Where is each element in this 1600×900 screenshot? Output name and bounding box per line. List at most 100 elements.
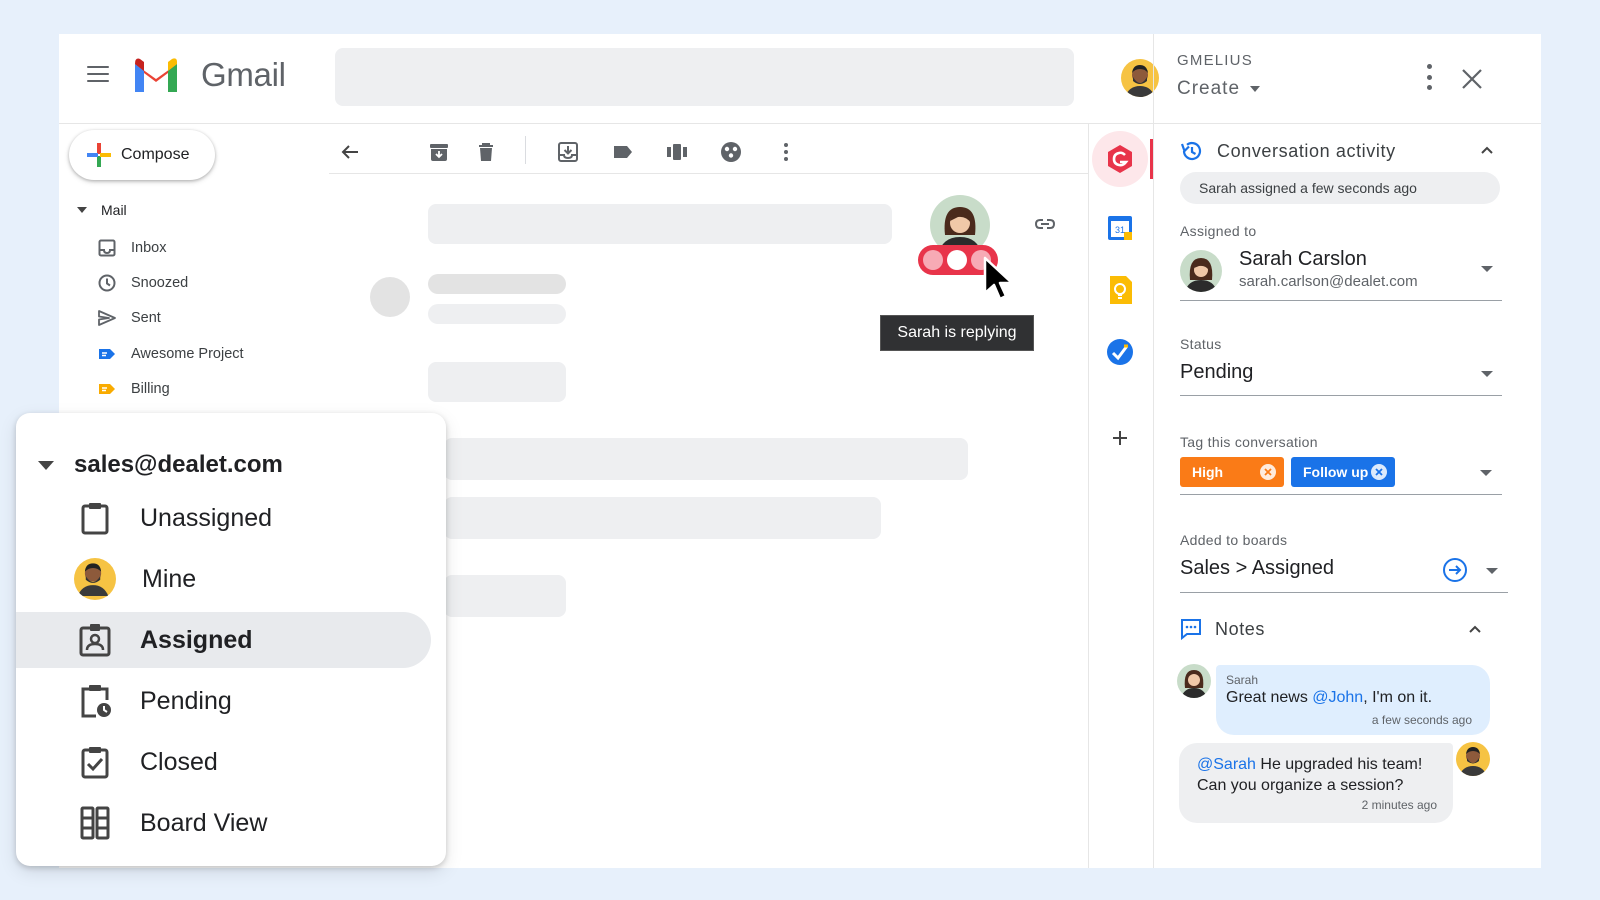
- go-to-board-icon[interactable]: [1442, 557, 1468, 583]
- note-author-avatar: [1177, 664, 1211, 698]
- more-options-icon[interactable]: [774, 140, 798, 164]
- send-icon: [98, 310, 116, 326]
- clipboard-icon: [81, 503, 109, 535]
- shared-item-label: Board View: [140, 808, 268, 837]
- remove-tag-icon[interactable]: [1260, 464, 1276, 480]
- compose-button[interactable]: Compose: [69, 130, 215, 180]
- assignee-avatar: [1180, 250, 1222, 292]
- delete-icon[interactable]: [474, 140, 498, 164]
- label-tag-icon[interactable]: [611, 140, 635, 164]
- activity-info-pill: Sarah assigned a few seconds ago: [1180, 172, 1500, 204]
- archive-icon[interactable]: [427, 140, 451, 164]
- shared-item-closed[interactable]: Closed: [16, 734, 431, 790]
- mention-link[interactable]: @Sarah: [1197, 756, 1256, 773]
- boards-value[interactable]: Sales > Assigned: [1180, 557, 1334, 580]
- tasks-icon[interactable]: [1102, 334, 1138, 370]
- active-addon-bar: [1150, 139, 1153, 179]
- note-time: 2 minutes ago: [1361, 798, 1437, 812]
- message-toolbar: [329, 134, 1089, 174]
- assignee-name: Sarah Carslon: [1239, 248, 1367, 270]
- status-label: Status: [1180, 336, 1222, 352]
- nav-item-snoozed[interactable]: Snoozed: [97, 273, 188, 293]
- create-label: Create: [1177, 78, 1241, 99]
- note-author-avatar: [1456, 742, 1490, 776]
- notes-title: Notes: [1215, 618, 1266, 639]
- create-dropdown[interactable]: Create: [1177, 78, 1261, 100]
- close-icon[interactable]: [1459, 66, 1485, 92]
- shared-item-mine[interactable]: Mine: [16, 551, 431, 607]
- move-to-inbox-icon[interactable]: [556, 140, 580, 164]
- tag-label: High: [1192, 464, 1224, 480]
- shared-item-board-view[interactable]: Board View: [16, 795, 431, 851]
- shared-item-unassigned[interactable]: Unassigned: [16, 490, 431, 546]
- shared-item-label: Unassigned: [140, 503, 273, 532]
- remove-tag-icon[interactable]: [1371, 464, 1387, 480]
- body-placeholder: [444, 438, 968, 480]
- caret-down-icon: [38, 460, 54, 470]
- tags-dropdown-icon[interactable]: [1480, 470, 1492, 476]
- link-icon[interactable]: [1033, 212, 1057, 236]
- panel-divider: [1153, 34, 1154, 868]
- mouse-pointer-icon: [983, 256, 1014, 301]
- field-underline: [1180, 494, 1502, 495]
- tag-label: Follow up: [1303, 464, 1369, 480]
- tags-label: Tag this conversation: [1180, 434, 1318, 450]
- mail-section-toggle[interactable]: Mail: [77, 202, 127, 218]
- body-placeholder: [444, 497, 881, 539]
- field-underline: [1180, 592, 1508, 593]
- board-view-icon[interactable]: [665, 140, 689, 164]
- shared-item-assigned[interactable]: Assigned: [16, 612, 431, 668]
- shared-item-label: Closed: [140, 747, 218, 776]
- clock-icon: [98, 274, 116, 292]
- nav-item-awesome-project[interactable]: Awesome Project: [97, 344, 244, 364]
- shared-item-label: Assigned: [140, 625, 253, 654]
- nav-item-inbox[interactable]: Inbox: [97, 238, 166, 258]
- shared-item-label: Mine: [142, 564, 197, 593]
- search-bar[interactable]: [335, 48, 1074, 106]
- shared-inbox-toggle[interactable]: sales@dealet.com: [38, 451, 283, 479]
- toolbar-separator: [525, 136, 526, 164]
- shared-item-label: Pending: [140, 686, 232, 715]
- mention-link[interactable]: @John: [1312, 689, 1363, 706]
- add-addon-icon[interactable]: [1102, 420, 1138, 456]
- caret-down-icon: [77, 207, 87, 213]
- nav-item-label: Billing: [131, 381, 170, 397]
- note-text-line: Can you organize a session?: [1197, 777, 1404, 794]
- tag-chip-high[interactable]: High: [1180, 457, 1284, 487]
- boards-dropdown-icon[interactable]: [1486, 568, 1498, 574]
- keep-icon[interactable]: [1102, 272, 1138, 308]
- addon-strip-divider: [1088, 123, 1089, 868]
- sender-avatar-placeholder: [370, 277, 410, 317]
- avatar: [74, 558, 116, 600]
- checked-clipboard-icon: [81, 747, 109, 779]
- chat-bubble-icon: [1181, 619, 1201, 641]
- collapse-chevron-icon[interactable]: [1468, 624, 1482, 634]
- menu-icon[interactable]: [87, 66, 109, 82]
- nav-item-billing[interactable]: Billing: [97, 379, 170, 399]
- gmail-logo-icon: [135, 58, 177, 92]
- subject-placeholder: [428, 204, 892, 244]
- calendar-icon[interactable]: 31: [1102, 210, 1138, 246]
- status-dropdown-icon[interactable]: [1481, 371, 1493, 377]
- replying-tooltip: Sarah is replying: [880, 315, 1034, 351]
- label-icon: [99, 349, 115, 359]
- body-placeholder: [444, 575, 566, 617]
- panel-more-icon[interactable]: [1419, 62, 1439, 92]
- shared-inbox-account: sales@dealet.com: [74, 451, 283, 478]
- status-value[interactable]: Pending: [1180, 361, 1253, 384]
- history-icon: [1180, 141, 1202, 161]
- note-author: Sarah: [1226, 673, 1259, 687]
- assigned-badge-icon: [79, 624, 111, 657]
- collapse-chevron-icon[interactable]: [1480, 145, 1494, 155]
- gmelius-icon[interactable]: [1102, 141, 1138, 177]
- pending-clipboard-icon: [81, 685, 111, 718]
- back-arrow-icon[interactable]: [338, 140, 362, 164]
- tag-chip-follow-up[interactable]: Follow up: [1291, 457, 1395, 487]
- assignee-dropdown-icon[interactable]: [1481, 266, 1493, 272]
- boards-label: Added to boards: [1180, 532, 1288, 548]
- activity-title: Conversation activity: [1217, 140, 1396, 161]
- nav-item-sent[interactable]: Sent: [97, 308, 161, 328]
- body-placeholder: [428, 362, 566, 402]
- share-conversation-icon[interactable]: [719, 140, 743, 164]
- shared-item-pending[interactable]: Pending: [16, 673, 431, 729]
